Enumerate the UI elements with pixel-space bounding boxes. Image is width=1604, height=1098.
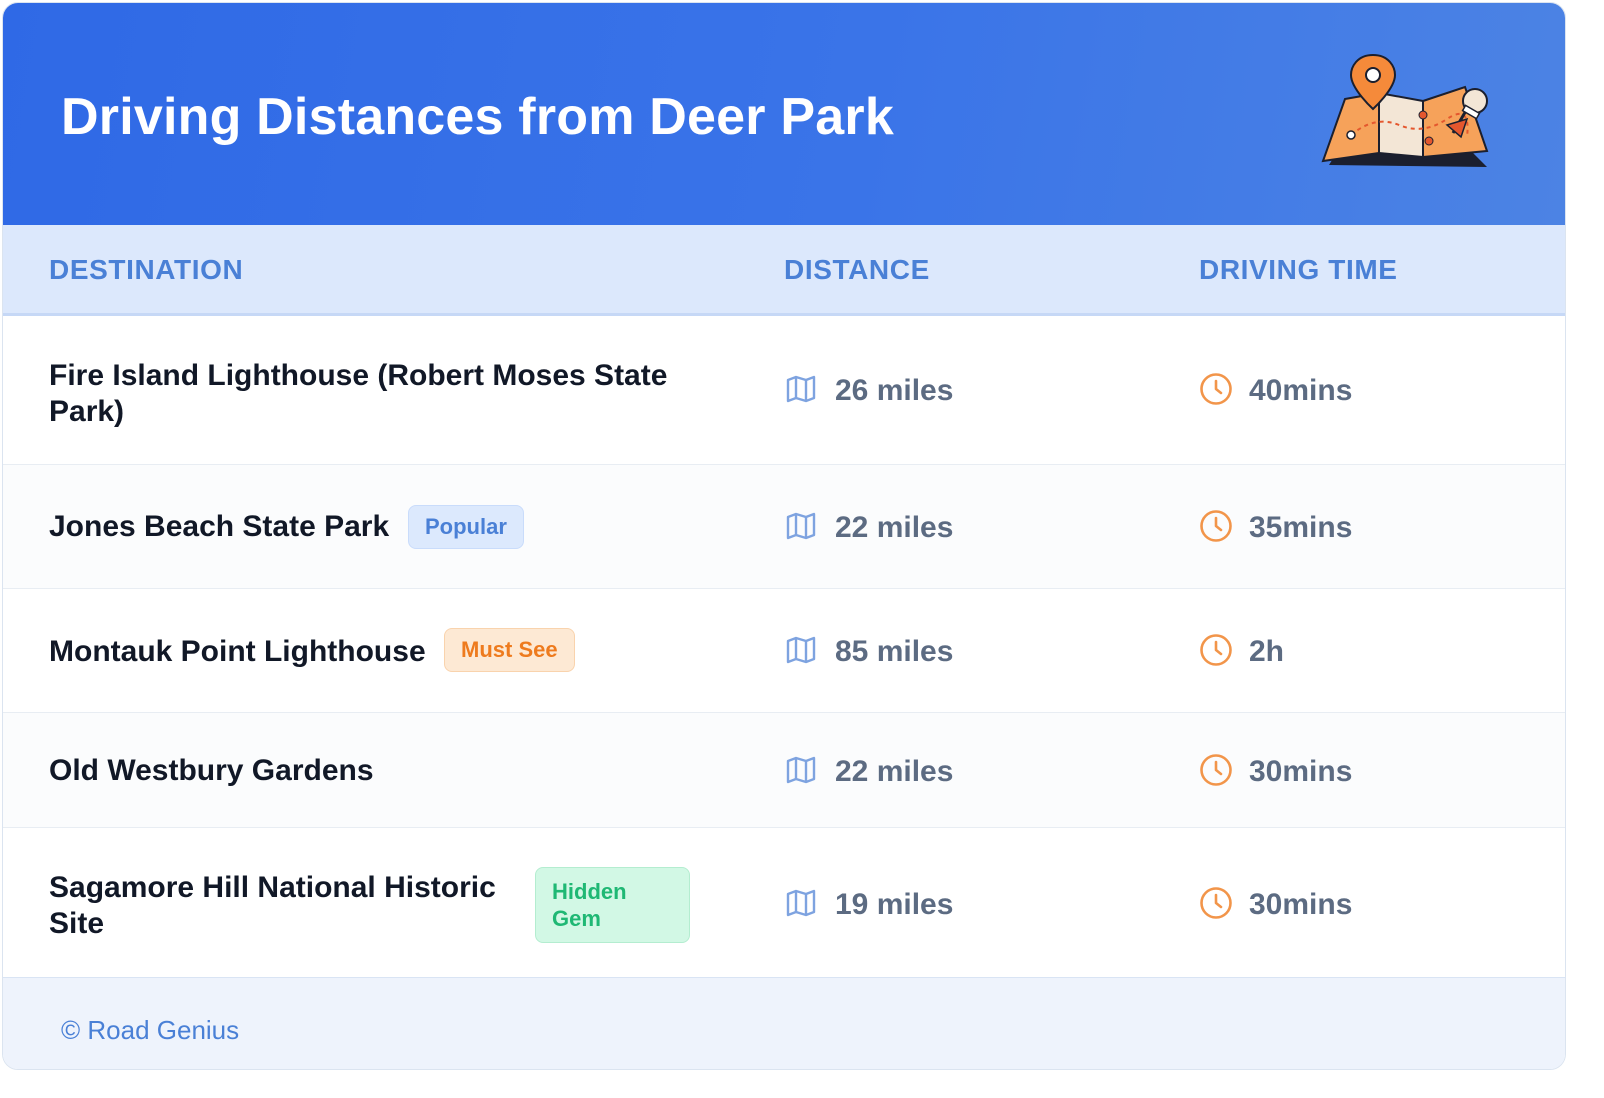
driving-time-value: 2h: [1249, 635, 1285, 668]
map-with-pins-icon: [1321, 53, 1489, 167]
header: Driving Distances from Deer Park: [3, 3, 1565, 225]
distance-value: 19 miles: [835, 888, 954, 921]
map-icon: [786, 512, 816, 540]
destination-name: Jones Beach State Park: [49, 510, 390, 543]
copyright-link[interactable]: © Road Genius: [61, 1015, 239, 1046]
table-header: DESTINATION DISTANCE DRIVING TIME: [3, 225, 1565, 316]
driving-time-value: 40mins: [1249, 374, 1353, 407]
table-row: Fire Island Lighthouse (Robert Moses Sta…: [3, 316, 1565, 465]
map-icon: [786, 756, 816, 784]
table-row: Sagamore Hill National Historic Site Hid…: [3, 828, 1565, 976]
page-title: Driving Distances from Deer Park: [61, 88, 894, 146]
hidden-gem-badge: Hidden Gem: [535, 867, 690, 943]
distance-value: 22 miles: [835, 511, 954, 544]
destination-name: Fire Island Lighthouse (Robert Moses Sta…: [49, 359, 668, 428]
clock-icon: [1200, 510, 1232, 542]
popular-badge: Popular: [408, 505, 524, 549]
must-see-badge: Must See: [444, 628, 575, 672]
driving-time-value: 35mins: [1249, 511, 1353, 544]
clock-icon: [1200, 634, 1232, 666]
distance-value: 26 miles: [835, 374, 954, 407]
driving-time-value: 30mins: [1249, 755, 1353, 788]
map-icon: [786, 636, 816, 664]
distance-value: 22 miles: [835, 755, 954, 788]
column-header-driving-time: DRIVING TIME: [1199, 254, 1398, 285]
destination-name: Montauk Point Lighthouse: [49, 635, 426, 668]
footer: © Road Genius: [3, 977, 1565, 1069]
column-header-destination: DESTINATION: [49, 254, 244, 285]
clock-icon: [1200, 887, 1232, 919]
destination-name: Old Westbury Gardens: [49, 754, 374, 787]
driving-time-value: 30mins: [1249, 888, 1353, 921]
table-row: Jones Beach State Park Popular 22 miles …: [3, 465, 1565, 589]
map-icon: [786, 889, 816, 917]
clock-icon: [1200, 754, 1232, 786]
table-row: Old Westbury Gardens 22 miles 30mins: [3, 713, 1565, 828]
column-header-distance: DISTANCE: [784, 254, 930, 285]
table-row: Montauk Point Lighthouse Must See 85 mil…: [3, 589, 1565, 713]
clock-icon: [1200, 373, 1232, 405]
map-icon: [786, 375, 816, 403]
destination-name: Sagamore Hill National Historic Site: [49, 871, 496, 940]
distance-value: 85 miles: [835, 635, 954, 668]
distance-table-card: Driving Distances from Deer Park DESTINA…: [2, 2, 1566, 1070]
